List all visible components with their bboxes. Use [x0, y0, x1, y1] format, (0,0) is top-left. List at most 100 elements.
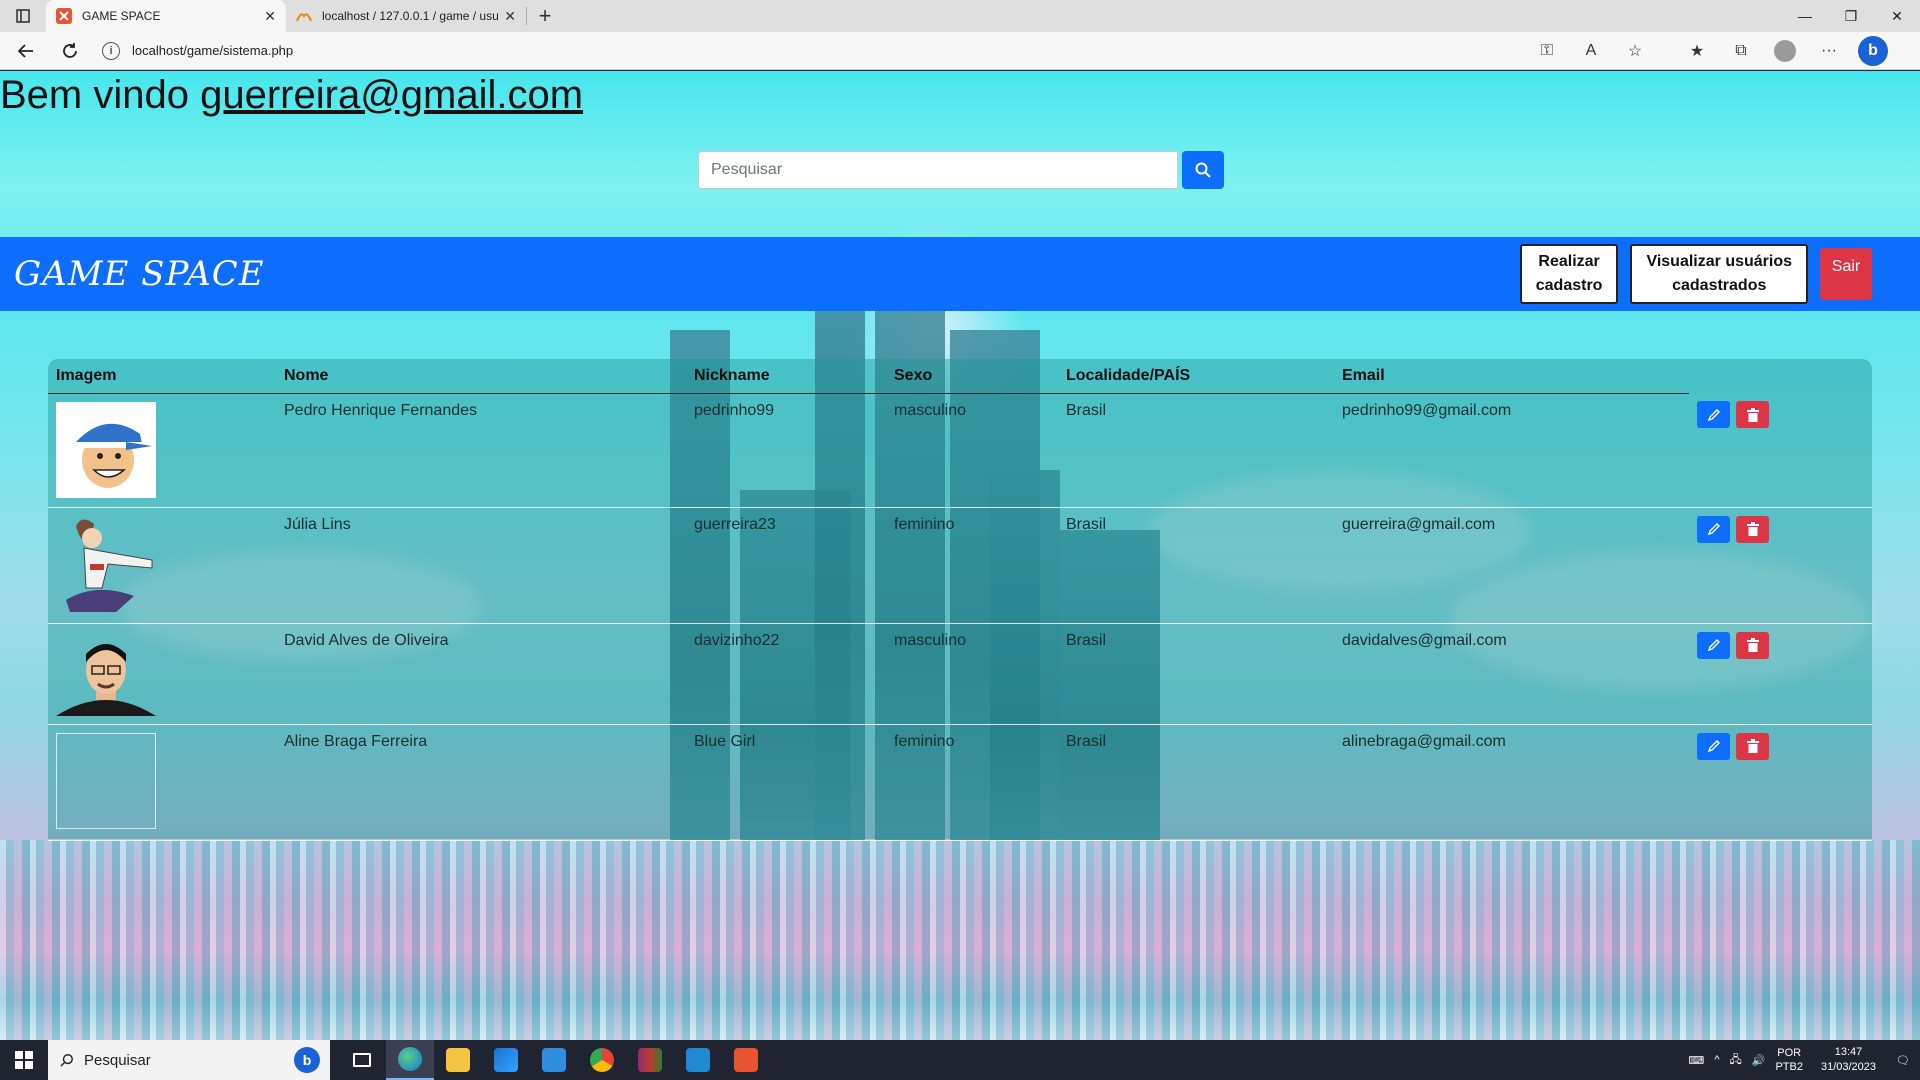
search-form — [698, 151, 1224, 189]
header-sexo: Sexo — [886, 359, 1058, 394]
xampp-favicon-icon — [56, 8, 72, 24]
trash-icon — [1746, 522, 1759, 536]
taskbar-edge[interactable] — [386, 1040, 434, 1080]
reload-button[interactable] — [52, 35, 88, 67]
cell-image — [48, 393, 276, 508]
edit-user-button[interactable] — [1697, 631, 1730, 659]
view-users-label-line1: Visualizar usuários — [1646, 253, 1792, 270]
reload-icon — [63, 42, 77, 58]
clock-time: 13:47 — [1834, 1046, 1863, 1058]
bing-copilot-icon[interactable]: b — [1858, 35, 1888, 66]
taskbar-winrar[interactable] — [626, 1040, 674, 1080]
user-avatar-pedro — [56, 401, 156, 498]
tab-close-icon[interactable]: ✕ — [264, 8, 276, 25]
cell-email: alinebraga@gmail.com — [1334, 724, 1689, 841]
store-icon — [494, 1048, 518, 1072]
search-button[interactable] — [1182, 151, 1224, 189]
taskbar-store[interactable] — [482, 1040, 530, 1080]
taskbar-search-icon — [60, 1054, 73, 1067]
task-view-button[interactable] — [338, 1040, 386, 1080]
new-tab-button[interactable]: + — [527, 0, 563, 32]
table-row: Pedro Henrique Fernandes pedrinho99 masc… — [48, 393, 1872, 508]
trash-icon — [1746, 407, 1759, 422]
cell-actions — [1689, 393, 1872, 508]
delete-user-button[interactable] — [1736, 732, 1769, 760]
show-hidden-icons-icon[interactable]: ^ — [1714, 1054, 1719, 1066]
read-aloud-icon[interactable]: A — [1576, 36, 1606, 66]
cell-name: Júlia Lins — [276, 507, 686, 624]
cell-actions — [1689, 724, 1872, 841]
profile-button[interactable] — [1770, 36, 1800, 66]
edit-user-button[interactable] — [1697, 401, 1730, 428]
tab-actions-button[interactable] — [0, 0, 46, 32]
minimize-icon[interactable]: — — [1782, 0, 1828, 32]
taskbar-vscode[interactable] — [674, 1040, 722, 1080]
url-text: localhost/game/sistema.php — [132, 43, 294, 58]
edge-icon — [398, 1047, 422, 1071]
welcome-heading: Bem vindo guerreira@gmail.com — [0, 73, 583, 118]
taskbar-bing-icon[interactable]: b — [294, 1047, 320, 1073]
notifications-icon[interactable]: 🗨 — [1896, 1054, 1910, 1067]
tab-close-icon[interactable]: ✕ — [504, 8, 516, 25]
taskbar-xampp[interactable] — [722, 1040, 770, 1080]
back-button[interactable] — [8, 35, 44, 67]
cell-name: Aline Braga Ferreira — [276, 724, 686, 841]
language-indicator[interactable]: POR PTB2 — [1775, 1046, 1803, 1074]
taskbar-search-placeholder: Pesquisar — [84, 1051, 151, 1069]
pencil-icon — [1707, 740, 1720, 753]
welcome-email-link[interactable]: guerreira@gmail.com — [200, 73, 583, 117]
system-tray: ⌨ ^ 🖧 🔊 POR PTB2 13:47 31/03/2023 🗨 — [1688, 1045, 1920, 1075]
view-users-button[interactable]: Visualizar usuários cadastrados — [1630, 244, 1808, 304]
taskbar-file-explorer[interactable] — [434, 1040, 482, 1080]
close-window-icon[interactable]: ✕ — [1874, 0, 1920, 32]
taskbar-search-box[interactable]: Pesquisar b — [48, 1040, 330, 1080]
cell-email: pedrinho99@gmail.com — [1334, 393, 1689, 508]
users-table: Imagem Nome Nickname Sexo Localidade/PAÍ… — [48, 359, 1872, 841]
trash-icon — [1746, 739, 1759, 753]
site-info-icon[interactable]: i — [102, 41, 120, 60]
cell-sexo: feminino — [886, 724, 1058, 841]
delete-user-button[interactable] — [1736, 631, 1769, 659]
header-nome: Nome — [276, 359, 686, 394]
cell-actions — [1689, 507, 1872, 624]
edit-user-button[interactable] — [1697, 515, 1730, 543]
header-actions — [1689, 359, 1872, 393]
delete-user-button[interactable] — [1736, 401, 1769, 428]
network-icon[interactable]: 🖧 — [1729, 1051, 1741, 1070]
cell-email: guerreira@gmail.com — [1334, 507, 1689, 624]
tab-phpmyadmin[interactable]: localhost / 127.0.0.1 / game / usu ✕ — [286, 0, 526, 32]
logout-button[interactable]: Sair — [1820, 248, 1872, 300]
tab-title: GAME SPACE — [82, 9, 161, 23]
clock-date: 31/03/2023 — [1820, 1061, 1877, 1073]
keyboard-icon[interactable]: ⌨ — [1688, 1054, 1704, 1067]
brand-logo[interactable]: GAME SPACE — [14, 254, 265, 294]
pencil-icon — [1707, 523, 1720, 536]
register-button[interactable]: Realizar cadastro — [1519, 244, 1619, 304]
cell-actions — [1689, 623, 1872, 725]
register-label-line1: Realizar — [1538, 253, 1600, 270]
collections-icon[interactable]: ⧉ — [1726, 36, 1756, 66]
search-input[interactable] — [698, 151, 1178, 189]
start-button[interactable] — [0, 1040, 48, 1080]
cell-image — [48, 724, 276, 841]
tab-game-space[interactable]: GAME SPACE ✕ — [46, 0, 286, 32]
taskbar-chrome[interactable] — [578, 1040, 626, 1080]
password-key-icon[interactable]: ⚿ — [1532, 36, 1562, 66]
add-favorite-icon[interactable]: ☆ — [1620, 36, 1650, 66]
favorites-icon[interactable]: ★ — [1682, 36, 1712, 66]
header-imagem: Imagem — [48, 359, 276, 394]
delete-user-button[interactable] — [1736, 515, 1769, 543]
windows-logo-icon — [15, 1051, 33, 1069]
language-line1: POR — [1777, 1047, 1802, 1059]
more-options-icon[interactable]: ··· — [1814, 36, 1844, 66]
restore-icon[interactable]: ❐ — [1828, 0, 1874, 32]
table-row: Júlia Lins guerreira23 feminino Brasil g… — [48, 507, 1872, 624]
volume-icon[interactable]: 🔊 — [1752, 1054, 1766, 1067]
cell-name: David Alves de Oliveira — [276, 623, 686, 725]
url-field[interactable]: i localhost/game/sistema.php ⚿ A ☆ — [102, 36, 1662, 66]
edit-user-button[interactable] — [1697, 732, 1730, 760]
header-localidade: Localidade/PAÍS — [1058, 359, 1334, 394]
taskbar-mail[interactable] — [530, 1040, 578, 1080]
cell-nickname: Blue Girl — [686, 724, 886, 841]
clock[interactable]: 13:47 31/03/2023 — [1821, 1045, 1876, 1075]
